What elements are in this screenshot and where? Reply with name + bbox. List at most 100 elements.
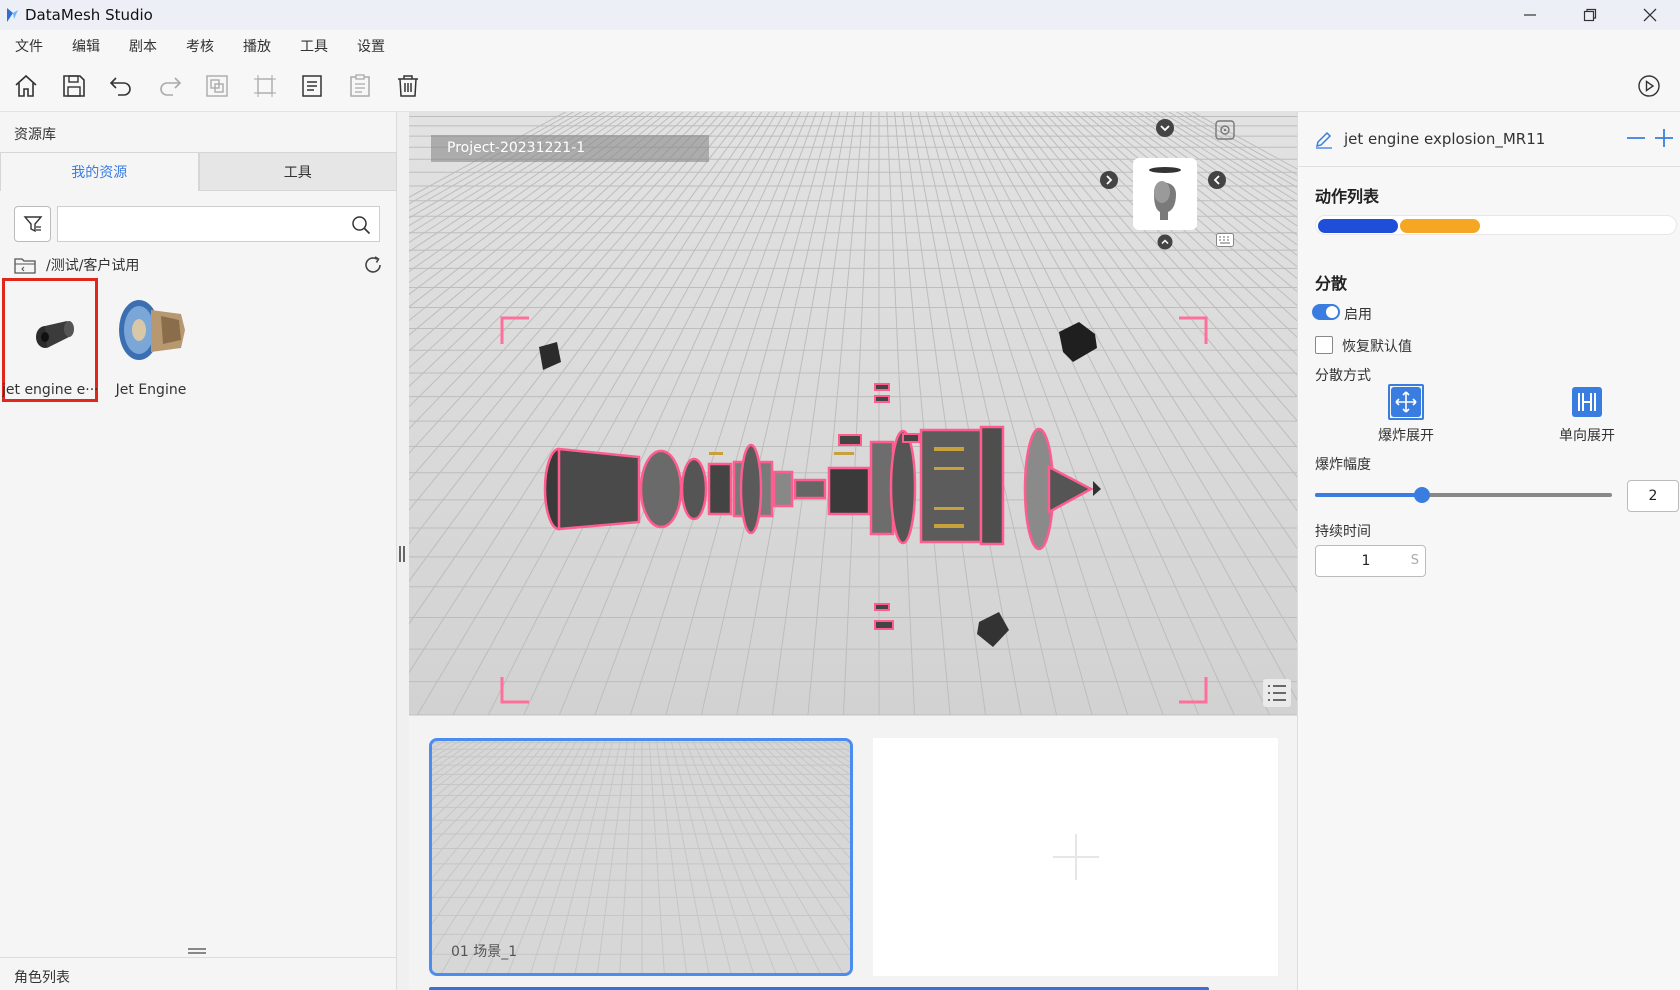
- chevron-left-icon: [1208, 171, 1226, 189]
- undo-icon: [109, 77, 131, 96]
- menu-script[interactable]: 剧本: [129, 36, 157, 56]
- align-icon: [254, 75, 276, 97]
- undo-button[interactable]: [108, 73, 134, 99]
- rotate-right-button[interactable]: [1206, 169, 1228, 191]
- view-gizmo[interactable]: [1133, 158, 1197, 230]
- jet-engine-thumbnail-icon: [119, 300, 185, 360]
- disperse-mode-label: 分散方式: [1315, 368, 1371, 384]
- restore-button[interactable]: [1560, 0, 1620, 30]
- rotate-left-button[interactable]: [1098, 169, 1120, 191]
- search-input[interactable]: [58, 207, 338, 241]
- home-button[interactable]: [13, 73, 39, 99]
- duration-input[interactable]: 1 S: [1315, 545, 1426, 577]
- asset-label: Jet Engine: [115, 382, 187, 398]
- asset-label: jet engine e···: [2, 382, 98, 398]
- resource-library-panel: 资源库 我的资源 工具 /测试/客户试用 jet engine e··· Jet…: [0, 112, 397, 990]
- action-segment-2[interactable]: [1400, 219, 1480, 233]
- mode-explode-button[interactable]: 爆炸展开: [1364, 384, 1444, 446]
- asset-item-jet-engine-explosion[interactable]: jet engine e···: [2, 278, 98, 402]
- menu-settings[interactable]: 设置: [357, 36, 385, 56]
- menu-edit[interactable]: 编辑: [72, 36, 100, 56]
- restore-icon: [1583, 8, 1597, 22]
- menu-play[interactable]: 播放: [243, 36, 271, 56]
- asset-item-jet-engine[interactable]: Jet Engine: [103, 278, 199, 402]
- asset-thumbnail: [111, 290, 191, 368]
- splitter-handle-icon[interactable]: [399, 546, 405, 562]
- plus-icon[interactable]: [1654, 128, 1674, 148]
- list-icon: [1268, 685, 1286, 701]
- app-logo-icon: [7, 8, 18, 22]
- folder-path: /测试/客户试用: [46, 258, 140, 274]
- action-segment-disperse[interactable]: [1318, 219, 1398, 233]
- tab-my-resources[interactable]: 我的资源: [0, 152, 199, 191]
- resource-library-title: 资源库: [14, 127, 56, 143]
- save-button[interactable]: [61, 73, 87, 99]
- mode-single-direction-button[interactable]: 单向展开: [1545, 384, 1625, 446]
- copy-button[interactable]: [299, 73, 325, 99]
- menu-file[interactable]: 文件: [15, 36, 43, 56]
- action-timeline: [1315, 215, 1677, 235]
- outline-list-button[interactable]: [1263, 679, 1291, 707]
- focus-icon: [1215, 120, 1235, 140]
- toolbar: [0, 61, 1680, 112]
- close-button[interactable]: [1620, 0, 1680, 30]
- folder-icon[interactable]: [14, 256, 36, 274]
- delete-button[interactable]: [395, 73, 421, 99]
- divider-grip-icon[interactable]: [188, 948, 206, 954]
- action-list-title: 动作列表: [1315, 187, 1380, 206]
- enable-toggle[interactable]: [1312, 304, 1340, 320]
- restore-default-checkbox[interactable]: [1315, 336, 1333, 354]
- asset-thumbnail: [13, 293, 93, 371]
- search-icon[interactable]: [351, 215, 371, 235]
- duration-label: 持续时间: [1315, 524, 1371, 540]
- filter-button[interactable]: [14, 206, 51, 242]
- role-list-title[interactable]: 角色列表: [14, 967, 70, 987]
- chevron-down-icon: [1156, 119, 1174, 137]
- single-direction-icon: [1572, 387, 1602, 417]
- tab-tools[interactable]: 工具: [198, 152, 397, 191]
- title-bar: DataMesh Studio: [0, 0, 1680, 30]
- toggle-knob: [1326, 306, 1338, 318]
- explode-icon: [1391, 387, 1421, 417]
- refresh-icon[interactable]: [362, 254, 384, 276]
- camera-settings-button[interactable]: [1213, 118, 1237, 142]
- object-title[interactable]: jet engine explosion_MR11: [1344, 130, 1545, 148]
- head-orientation-icon: [1149, 167, 1181, 220]
- chevron-up-icon: [1157, 234, 1173, 250]
- add-scene-button[interactable]: [873, 738, 1278, 976]
- keyboard-button[interactable]: [1215, 231, 1235, 249]
- panel-splitter[interactable]: [397, 112, 409, 990]
- collapse-view-button[interactable]: [1154, 117, 1176, 139]
- rotate-up-button[interactable]: [1156, 233, 1174, 251]
- edit-icon[interactable]: [1314, 129, 1334, 149]
- duplicate-button[interactable]: [204, 73, 230, 99]
- disperse-section-title: 分散: [1315, 274, 1348, 293]
- scene-card-1[interactable]: 01 场景_1: [429, 738, 853, 976]
- menu-assessment[interactable]: 考核: [186, 36, 214, 56]
- breadcrumb: /测试/客户试用: [14, 252, 384, 278]
- amplitude-slider-handle[interactable]: [1413, 487, 1430, 503]
- minus-icon[interactable]: [1626, 128, 1646, 148]
- amplitude-input[interactable]: 2: [1627, 480, 1679, 512]
- align-button[interactable]: [252, 73, 278, 99]
- restore-default-label: 恢复默认值: [1342, 339, 1412, 355]
- menu-bar: 文件 编辑 剧本 考核 播放 工具 设置: [0, 30, 1680, 61]
- window-title: DataMesh Studio: [25, 6, 153, 24]
- paste-button[interactable]: [347, 73, 373, 99]
- explode-mode-icon-wrap: [1388, 384, 1424, 420]
- duration-value: 1: [1361, 553, 1371, 569]
- redo-button[interactable]: [157, 73, 183, 99]
- mode-explode-label: 爆炸展开: [1378, 428, 1434, 444]
- panel-divider[interactable]: [0, 944, 396, 958]
- scene-thumbnail: [432, 741, 850, 973]
- delete-icon: [398, 75, 418, 97]
- 3d-viewport[interactable]: Project-20231221-1: [409, 112, 1297, 715]
- chevron-right-icon: [1100, 171, 1118, 189]
- play-button[interactable]: [1636, 73, 1662, 99]
- menu-tools[interactable]: 工具: [300, 36, 328, 56]
- search-box: [57, 206, 380, 242]
- redo-icon: [160, 77, 182, 96]
- keyboard-icon: [1216, 233, 1234, 247]
- minimize-button[interactable]: [1500, 0, 1560, 30]
- home-icon: [15, 74, 37, 97]
